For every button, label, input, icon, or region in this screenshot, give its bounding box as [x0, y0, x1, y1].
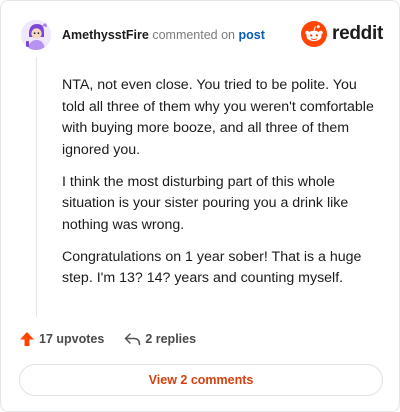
- upvote-count: 17 upvotes: [39, 332, 105, 346]
- upvote-arrow-icon: [20, 332, 34, 346]
- comment-card: AmethysstFire commented on post reddit N…: [0, 0, 400, 412]
- avatar-image: [21, 20, 51, 50]
- comment-paragraph: NTA, not even close. You tried to be pol…: [62, 77, 374, 158]
- post-link[interactable]: post: [239, 28, 265, 42]
- reddit-alien-icon: [301, 21, 328, 47]
- reply-arrow-icon: [125, 333, 141, 346]
- comment-paragraph: I think the most disturbing part of this…: [62, 173, 349, 233]
- replies-button[interactable]: 2 replies: [124, 332, 196, 346]
- commented-on-text: commented on: [152, 28, 236, 42]
- view-comments-button[interactable]: View 2 comments: [19, 364, 383, 396]
- replies-count: 2 replies: [145, 332, 197, 346]
- user-avatar[interactable]: [21, 20, 51, 50]
- reddit-logo[interactable]: reddit: [301, 20, 383, 48]
- upvote-button[interactable]: 17 upvotes: [19, 331, 104, 347]
- comment-meta: AmethysstFire commented on post: [62, 27, 265, 43]
- comment-body: NTA, not even close. You tried to be pol…: [62, 75, 382, 300]
- username-link[interactable]: AmethysstFire: [62, 28, 149, 42]
- reddit-wordmark: reddit: [332, 23, 383, 44]
- comment-actions: 17 upvotes 2 replies: [19, 329, 196, 349]
- thread-line[interactable]: [36, 57, 37, 317]
- comment-paragraph: Congratulations on 1 year sober! That is…: [62, 248, 362, 287]
